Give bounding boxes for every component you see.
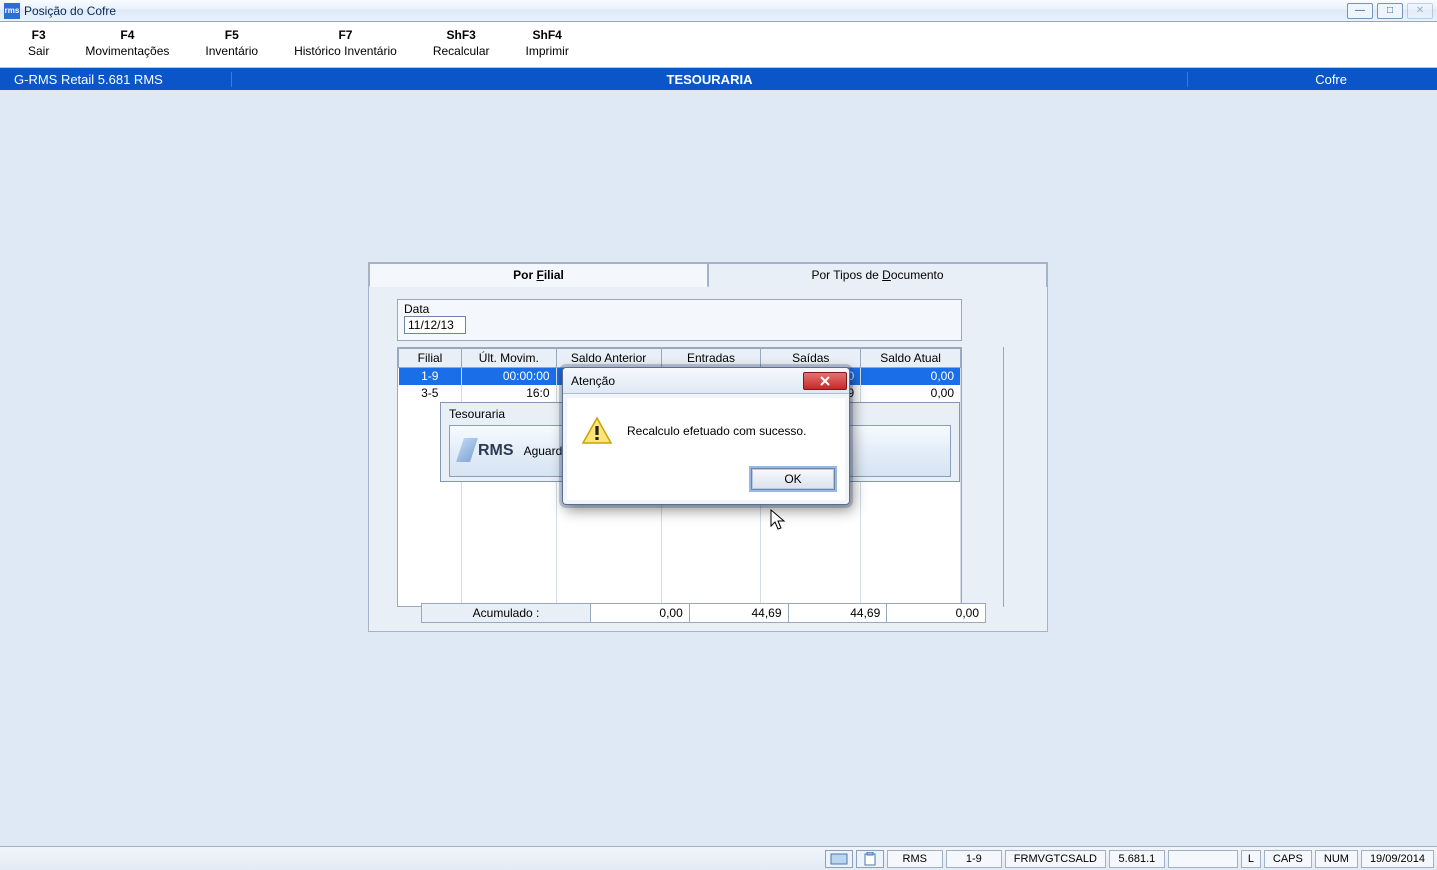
acumulado-saldo-anterior: 0,00 — [591, 603, 690, 623]
status-bar: RMS 1-9 FRMVGTCSALD 5.681.1 L CAPS NUM 1… — [0, 846, 1437, 870]
status-form: FRMVGTCSALD — [1005, 850, 1106, 868]
shortcut-menubar: F3 Sair F4 Movimentações F5 Inventário F… — [0, 22, 1437, 68]
dialog-titlebar[interactable]: Atenção — [563, 368, 849, 394]
minimize-button[interactable]: — — [1347, 3, 1373, 19]
tabs: Por Filial Por Tipos de Documento — [369, 263, 1047, 287]
data-input[interactable] — [404, 316, 466, 334]
workspace: Por Filial Por Tipos de Documento Data — [0, 92, 1437, 846]
menu-shf3-recalcular[interactable]: ShF3 Recalcular — [415, 26, 508, 65]
grid-scrollbar[interactable] — [1003, 347, 1019, 607]
acumulado-row: Acumulado : 0,00 44,69 44,69 0,00 — [421, 603, 986, 623]
col-entradas[interactable]: Entradas — [661, 349, 761, 368]
menu-f5-inventario[interactable]: F5 Inventário — [187, 26, 276, 65]
tab-por-tipos-documento[interactable]: Por Tipos de Documento — [708, 263, 1047, 287]
status-l: L — [1241, 850, 1261, 868]
atencao-dialog: Atenção Recalculo efetuado com sucesso. … — [562, 367, 850, 505]
window-title: Posição do Cofre — [24, 4, 116, 18]
data-label: Data — [404, 302, 955, 316]
dialog-close-button[interactable] — [803, 372, 847, 390]
status-clipboard-icon[interactable] — [856, 850, 884, 868]
status-user: RMS — [887, 850, 943, 868]
window-titlebar: rms Posição do Cofre — □ ✕ — [0, 0, 1437, 22]
app-icon: rms — [4, 3, 20, 19]
col-ult-movim[interactable]: Últ. Movim. — [462, 349, 557, 368]
maximize-button[interactable]: □ — [1377, 3, 1403, 19]
col-filial[interactable]: Filial — [399, 349, 462, 368]
col-saldo-atual[interactable]: Saldo Atual — [861, 349, 961, 368]
status-version: 5.681.1 — [1109, 850, 1165, 868]
acumulado-entradas: 44,69 — [690, 603, 789, 623]
col-saidas[interactable]: Saídas — [761, 349, 861, 368]
status-date: 19/09/2014 — [1361, 850, 1434, 868]
close-icon — [819, 376, 831, 386]
close-button[interactable]: ✕ — [1407, 3, 1433, 19]
band-left: G-RMS Retail 5.681 RMS — [0, 72, 232, 87]
status-range: 1-9 — [946, 850, 1002, 868]
rms-logo: RMS — [460, 442, 514, 460]
acumulado-label: Acumulado : — [421, 603, 591, 623]
status-caps: CAPS — [1264, 850, 1312, 868]
dialog-ok-button[interactable]: OK — [751, 468, 835, 490]
acumulado-saidas: 44,69 — [789, 603, 888, 623]
menu-f3-sair[interactable]: F3 Sair — [10, 26, 67, 65]
data-group: Data — [397, 299, 962, 341]
band-center: TESOURARIA — [232, 72, 1187, 87]
context-band: G-RMS Retail 5.681 RMS TESOURARIA Cofre — [0, 68, 1437, 90]
col-saldo-anterior[interactable]: Saldo Anterior — [556, 349, 661, 368]
status-num: NUM — [1315, 850, 1358, 868]
status-blank — [1168, 850, 1238, 868]
band-right: Cofre — [1187, 72, 1437, 87]
window-controls: — □ ✕ — [1347, 0, 1433, 21]
menu-f7-historico[interactable]: F7 Histórico Inventário — [276, 26, 415, 65]
menu-shf4-imprimir[interactable]: ShF4 Imprimir — [508, 26, 587, 65]
menu-f4-movimentacoes[interactable]: F4 Movimentações — [67, 26, 187, 65]
dialog-message: Recalculo efetuado com sucesso. — [627, 424, 806, 438]
dialog-title: Atenção — [571, 374, 803, 388]
tab-por-filial[interactable]: Por Filial — [369, 263, 708, 287]
status-doc-icon[interactable] — [825, 850, 853, 868]
warning-icon — [581, 416, 613, 446]
acumulado-saldo-atual: 0,00 — [887, 603, 986, 623]
